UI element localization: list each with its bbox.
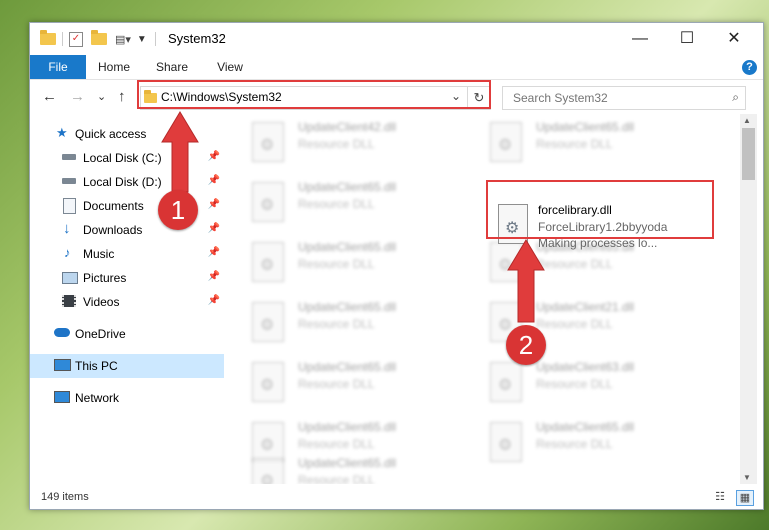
arrow-up-2 — [507, 239, 545, 323]
step-badge-1: 1 — [158, 190, 198, 230]
annotation-arrows — [161, 111, 545, 323]
step-badge-2: 2 — [506, 325, 546, 365]
arrow-up-1 — [161, 111, 199, 193]
